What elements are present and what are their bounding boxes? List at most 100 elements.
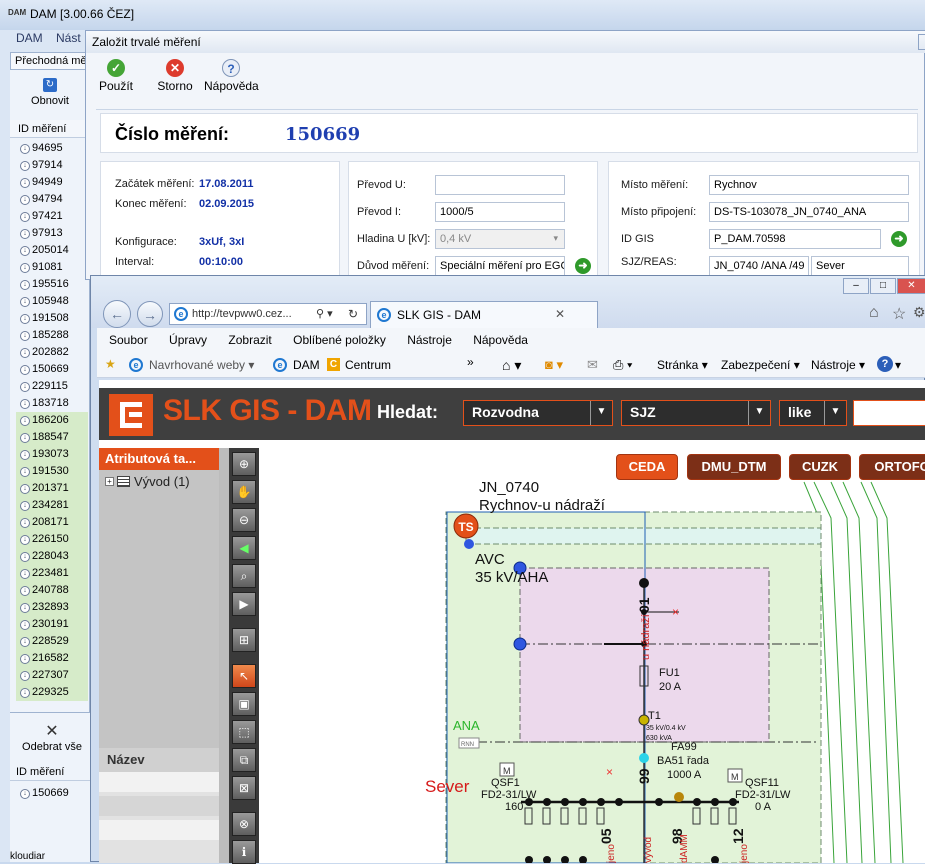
security-menu[interactable]: Zabezpečení ▾ xyxy=(721,358,800,372)
list-item[interactable]: ↓ 202882 xyxy=(16,344,88,361)
gis-id-input[interactable]: P_DAM.70598 xyxy=(709,229,881,249)
more-chevron[interactable]: » xyxy=(467,355,474,369)
list-item[interactable]: ↓ 97914 xyxy=(16,157,88,174)
list-item[interactable]: ↓ 232893 xyxy=(16,599,88,616)
apply-button[interactable]: ✓ Použít xyxy=(98,59,134,93)
back-button[interactable]: ← xyxy=(103,300,131,328)
list-item[interactable]: ↓ 223481 xyxy=(16,565,88,582)
remove-all-button[interactable]: ✕ Odebrat vše xyxy=(14,721,90,753)
zoom-full-icon[interactable]: ⌕ xyxy=(232,564,256,588)
list-item[interactable]: ↓ 191508 xyxy=(16,310,88,327)
list-item[interactable]: ↓ 208171 xyxy=(16,514,88,531)
reas-input[interactable]: Sever xyxy=(811,256,909,276)
list-item[interactable]: ↓ 195516 xyxy=(16,276,88,293)
favorites-star-icon[interactable]: ☆ xyxy=(892,304,906,324)
home-icon[interactable]: ⌂ xyxy=(869,304,879,322)
identify-icon[interactable]: ⊗ xyxy=(232,812,256,836)
gis-go-button[interactable]: ➜ xyxy=(891,231,907,247)
print-icon[interactable]: ⎙ ▾ xyxy=(613,357,632,373)
map-canvas[interactable]: CEDA DMU_DTM CUZK ORTOFOTO xyxy=(259,448,925,863)
list-item[interactable]: ↓ 97421 xyxy=(16,208,88,225)
centrum-favorite-link[interactable]: Centrum xyxy=(345,358,391,372)
previous-extent-icon[interactable]: ◀ xyxy=(232,536,256,560)
clear-selection-icon[interactable]: ⊠ xyxy=(232,776,256,800)
search-field-select[interactable]: SJZ ▼ xyxy=(621,400,771,426)
list-item[interactable]: ↓ 186206 xyxy=(16,412,88,429)
help-chevron-down-icon[interactable]: ▾ xyxy=(895,358,901,372)
list-item[interactable]: ↓ 183718 xyxy=(16,395,88,412)
tree-item-vyvod[interactable]: + Vývod (1) xyxy=(105,474,190,489)
name-row[interactable] xyxy=(99,772,219,792)
address-bar[interactable]: e http://tevpww0.cez... ⚲ ▾ ↻ xyxy=(169,303,367,325)
forward-button[interactable]: → xyxy=(137,301,163,327)
dialog-close-button[interactable] xyxy=(918,34,925,50)
zoom-in-icon[interactable]: ⊕ xyxy=(232,452,256,476)
menu-zobrazit[interactable]: Zobrazit xyxy=(228,333,271,347)
selected-id-row[interactable]: ↓ 150669 xyxy=(16,785,69,802)
favorites-star-icon[interactable]: ★ xyxy=(105,357,116,371)
list-item[interactable]: ↓ 105948 xyxy=(16,293,88,310)
page-menu[interactable]: Stránka ▾ xyxy=(657,358,708,372)
list-item[interactable]: ↓ 230191 xyxy=(16,616,88,633)
tools-menu[interactable]: Nástroje ▾ xyxy=(811,358,865,372)
dam-favorite-link[interactable]: DAM xyxy=(293,358,320,372)
list-item[interactable]: ↓ 205014 xyxy=(16,242,88,259)
menu-soubor[interactable]: Soubor xyxy=(109,333,148,347)
select-polygon-icon[interactable]: ⬚ xyxy=(232,720,256,744)
suggested-sites-link[interactable]: Navrhované weby ▾ xyxy=(149,358,254,372)
search-operator-select[interactable]: like ▼ xyxy=(779,400,847,426)
attribute-table-header[interactable]: Atributová ta... xyxy=(99,448,219,470)
name-column-header[interactable]: Název xyxy=(99,748,219,772)
minimize-button[interactable]: – xyxy=(843,278,869,294)
list-item[interactable]: ↓ 191530 xyxy=(16,463,88,480)
list-item[interactable]: ↓ 94794 xyxy=(16,191,88,208)
settings-gear-icon[interactable]: ⚙ xyxy=(913,304,925,321)
list-item[interactable]: ↓ 201371 xyxy=(16,480,88,497)
select-rect-icon[interactable]: ▣ xyxy=(232,692,256,716)
list-item[interactable]: ↓ 234281 xyxy=(16,497,88,514)
name-row[interactable] xyxy=(99,820,219,840)
info-icon[interactable]: ℹ xyxy=(232,840,256,864)
tab-prechodna-mereni[interactable]: Přechodná mě xyxy=(10,52,90,70)
reason-input[interactable]: Speciální měření pro EGC Č xyxy=(435,256,565,276)
current-ratio-input[interactable]: 1000/5 xyxy=(435,202,565,222)
voltage-ratio-input[interactable] xyxy=(435,175,565,195)
cancel-button[interactable]: ✕ Storno xyxy=(154,59,196,93)
list-item[interactable]: ↓ 228043 xyxy=(16,548,88,565)
list-item[interactable]: ↓ 227307 xyxy=(16,667,88,684)
list-item[interactable]: ↓ 229325 xyxy=(16,684,88,701)
mail-icon[interactable]: ✉ xyxy=(587,357,598,373)
search-icon[interactable]: ⚲ ▾ xyxy=(316,307,333,320)
next-extent-icon[interactable]: ▶ xyxy=(232,592,256,616)
list-item[interactable]: ↓ 91081 xyxy=(16,259,88,276)
tab-close-icon[interactable]: ✕ xyxy=(555,307,565,321)
menu-oblibene[interactable]: Oblíbené položky xyxy=(293,333,386,347)
home-icon[interactable]: ⌂ ▾ xyxy=(502,357,521,374)
rss-icon[interactable]: ◙ ▾ xyxy=(545,357,563,373)
list-item[interactable]: ↓ 94949 xyxy=(16,174,88,191)
panel-splitter[interactable] xyxy=(219,448,229,863)
select-add-icon[interactable]: ⊞ xyxy=(232,628,256,652)
list-item[interactable]: ↓ 226150 xyxy=(16,531,88,548)
list-item[interactable]: ↓ 97913 xyxy=(16,225,88,242)
browser-tab[interactable]: e SLK GIS - DAM ✕ xyxy=(370,301,598,328)
name-row[interactable] xyxy=(99,796,219,816)
id-column-header[interactable]: ID měření xyxy=(10,120,90,138)
search-layer-select[interactable]: Rozvodna ▼ xyxy=(463,400,613,426)
sjz-input[interactable]: JN_0740 /ANA /49 xyxy=(709,256,809,276)
zoom-out-icon[interactable]: ⊖ xyxy=(232,508,256,532)
selected-id-header[interactable]: ID měření xyxy=(10,763,90,781)
connection-input[interactable]: DS-TS-103078_JN_0740_ANA xyxy=(709,202,909,222)
list-item[interactable]: ↓ 94695 xyxy=(16,140,88,157)
help-button[interactable]: ? Nápověda xyxy=(204,59,259,93)
voltage-level-select[interactable]: 0,4 kV ▾ xyxy=(435,229,565,249)
reason-go-button[interactable]: ➜ xyxy=(575,258,591,274)
list-item[interactable]: ↓ 150669 xyxy=(16,361,88,378)
list-item[interactable]: ↓ 228529 xyxy=(16,633,88,650)
select-remove-icon[interactable]: ⧉ xyxy=(232,748,256,772)
refresh-button[interactable]: ↻ Obnovit xyxy=(18,76,82,116)
help-icon[interactable]: ? xyxy=(877,356,893,372)
expand-icon[interactable]: + xyxy=(105,477,114,486)
list-item[interactable]: ↓ 216582 xyxy=(16,650,88,667)
maximize-button[interactable]: □ xyxy=(870,278,896,294)
